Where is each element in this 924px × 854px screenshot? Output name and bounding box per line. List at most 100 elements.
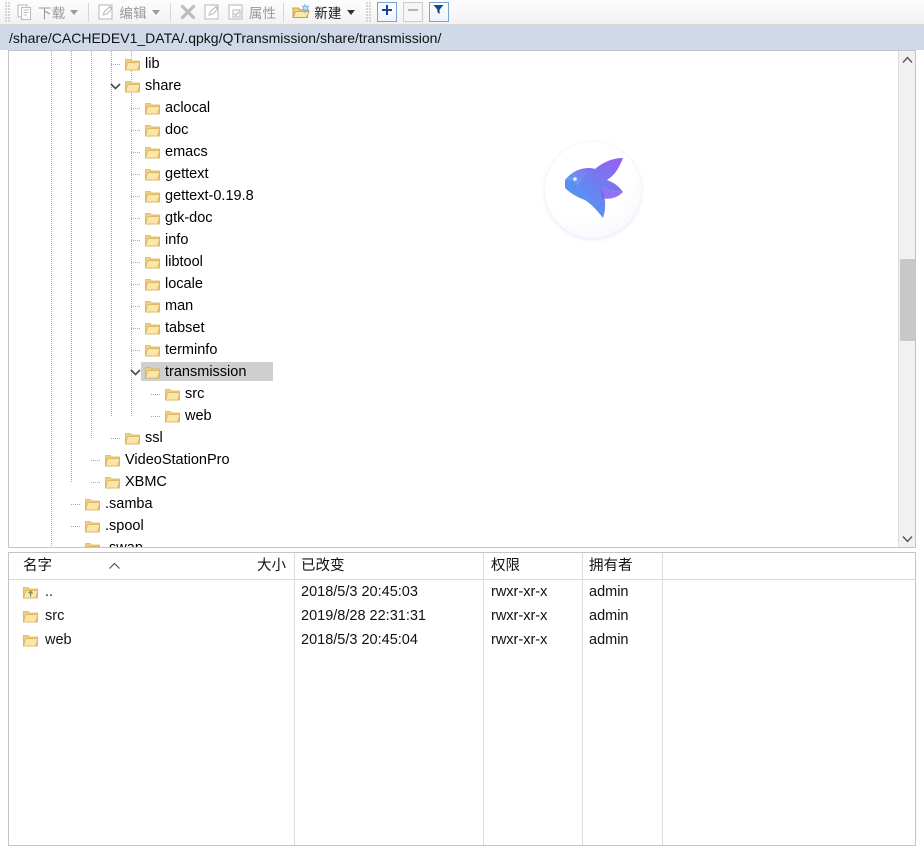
cell-size	[9, 604, 286, 628]
tree-item-XBMC[interactable]: XBMC	[9, 471, 898, 493]
toolbar-grip[interactable]	[366, 2, 371, 22]
scrollbar-thumb[interactable]	[900, 259, 915, 341]
folder-icon	[125, 57, 140, 71]
tree-branch-line	[71, 504, 80, 505]
tree-item-label: emacs	[165, 143, 208, 161]
column-divider[interactable]	[582, 553, 583, 580]
minus-icon	[407, 3, 419, 21]
column-divider[interactable]	[483, 553, 484, 580]
tree-item-VideoStationPro[interactable]: VideoStationPro	[9, 449, 898, 471]
cell-modified: 2019/8/28 22:31:31	[301, 604, 426, 628]
folder-icon	[145, 167, 160, 181]
folder-icon	[105, 475, 120, 489]
folder-icon	[145, 211, 160, 225]
rename-pencil-icon	[202, 2, 222, 22]
tree-item-info[interactable]: info	[9, 229, 898, 251]
tree-scroll-area: lib share aclocal doc emacs gettext gett…	[9, 51, 898, 547]
cell-size	[9, 580, 286, 604]
tree-item-label: lib	[145, 55, 160, 73]
scroll-up-arrow-icon[interactable]	[899, 51, 915, 68]
column-header-perm[interactable]: 权限	[491, 553, 520, 580]
tree-expand-chevron-down-icon[interactable]	[128, 365, 142, 379]
tree-expand-chevron-down-icon[interactable]	[108, 79, 122, 93]
tree-item-dot-samba[interactable]: .samba	[9, 493, 898, 515]
tree-item-src[interactable]: src	[9, 383, 898, 405]
tree-item-label: aclocal	[165, 99, 210, 117]
column-header-label: 权限	[491, 558, 520, 574]
properties-checkbox-icon	[226, 2, 246, 22]
toolbar-new-button[interactable]: 新建	[289, 1, 343, 24]
column-header-modified[interactable]: 已改变	[301, 553, 345, 580]
cell-owner: admin	[589, 628, 629, 652]
folder-icon	[85, 519, 100, 533]
tree-item-share[interactable]: share	[9, 75, 898, 97]
toolbar-delete-button[interactable]	[176, 1, 200, 24]
folder-icon	[145, 123, 160, 137]
toolbar-edit-label: 编辑	[119, 2, 146, 22]
toolbar-filter-button[interactable]	[429, 2, 449, 22]
table-row[interactable]: web2018/5/3 20:45:04rwxr-xr-xadmin	[9, 628, 915, 652]
folder-icon	[85, 541, 100, 547]
filter-funnel-icon	[432, 3, 445, 21]
toolbar-properties-button[interactable]: 属性	[224, 1, 278, 24]
file-list-panel[interactable]: 名字 大小 已改变 权限 拥有者 ..2018/5/3 20:45:03rwxr…	[8, 552, 916, 846]
tree-item-gettext[interactable]: gettext	[9, 163, 898, 185]
column-header-owner[interactable]: 拥有者	[589, 553, 633, 580]
table-row[interactable]: ..2018/5/3 20:45:03rwxr-xr-xadmin	[9, 580, 915, 604]
path-text: /share/CACHEDEV1_DATA/.qpkg/QTransmissio…	[9, 30, 441, 46]
column-divider[interactable]	[294, 553, 295, 580]
toolbar-grip[interactable]	[5, 2, 10, 22]
cell-owner: admin	[589, 580, 629, 604]
cell-size	[9, 628, 286, 652]
toolbar: 下载 编辑 属性 新建	[0, 0, 924, 25]
scroll-down-arrow-icon[interactable]	[899, 530, 915, 547]
folder-icon	[145, 299, 160, 313]
tree-item-man[interactable]: man	[9, 295, 898, 317]
new-folder-icon	[291, 2, 311, 22]
tree-item-libtool[interactable]: libtool	[9, 251, 898, 273]
directory-tree-panel[interactable]: lib share aclocal doc emacs gettext gett…	[8, 50, 916, 548]
tree-item-doc[interactable]: doc	[9, 119, 898, 141]
toolbar-download-dropdown-icon[interactable]	[70, 10, 78, 15]
column-divider[interactable]	[662, 553, 663, 580]
column-header-label: 大小	[257, 558, 286, 574]
path-bar[interactable]: /share/CACHEDEV1_DATA/.qpkg/QTransmissio…	[0, 25, 924, 50]
tree-item-dot-spool[interactable]: .spool	[9, 515, 898, 537]
tree-branch-line	[131, 240, 140, 241]
toolbar-rename-button[interactable]	[200, 1, 224, 24]
toolbar-download-button[interactable]: 下载	[13, 1, 67, 24]
toolbar-new-dropdown-icon[interactable]	[347, 10, 355, 15]
toolbar-edit-button[interactable]: 编辑	[94, 1, 148, 24]
download-docs-icon	[15, 2, 35, 22]
folder-icon	[145, 101, 160, 115]
tree-branch-line	[151, 394, 160, 395]
toolbar-remove-button[interactable]	[403, 2, 423, 22]
tree-item-label: man	[165, 297, 193, 315]
tree-item-ssl[interactable]: ssl	[9, 427, 898, 449]
tree-vertical-scrollbar[interactable]	[898, 51, 915, 547]
column-header-size[interactable]: 大小	[9, 553, 286, 580]
table-row[interactable]: src2019/8/28 22:31:31rwxr-xr-xadmin	[9, 604, 915, 628]
tree-item-locale[interactable]: locale	[9, 273, 898, 295]
tree-item-terminfo[interactable]: terminfo	[9, 339, 898, 361]
toolbar-edit-dropdown-icon[interactable]	[152, 10, 160, 15]
tree-item-label: ssl	[145, 429, 163, 447]
tree-item-dot-swap[interactable]: .swap	[9, 537, 898, 547]
tree-item-lib[interactable]: lib	[9, 53, 898, 75]
folder-icon	[165, 409, 180, 423]
tree-branch-line	[131, 108, 140, 109]
tree-item-web[interactable]: web	[9, 405, 898, 427]
tree-item-gettext-0.19.8[interactable]: gettext-0.19.8	[9, 185, 898, 207]
toolbar-add-button[interactable]	[377, 2, 397, 22]
folder-icon	[145, 145, 160, 159]
tree-item-emacs[interactable]: emacs	[9, 141, 898, 163]
tree-item-label: terminfo	[165, 341, 217, 359]
tree-item-tabset[interactable]: tabset	[9, 317, 898, 339]
tree-item-label: gettext	[165, 165, 209, 183]
tree-item-aclocal[interactable]: aclocal	[9, 97, 898, 119]
tree-item-gtk-doc[interactable]: gtk-doc	[9, 207, 898, 229]
tree-item-label: info	[165, 231, 188, 249]
folder-icon	[145, 321, 160, 335]
tree-item-transmission[interactable]: transmission	[9, 361, 898, 383]
toolbar-new-label: 新建	[314, 2, 341, 22]
